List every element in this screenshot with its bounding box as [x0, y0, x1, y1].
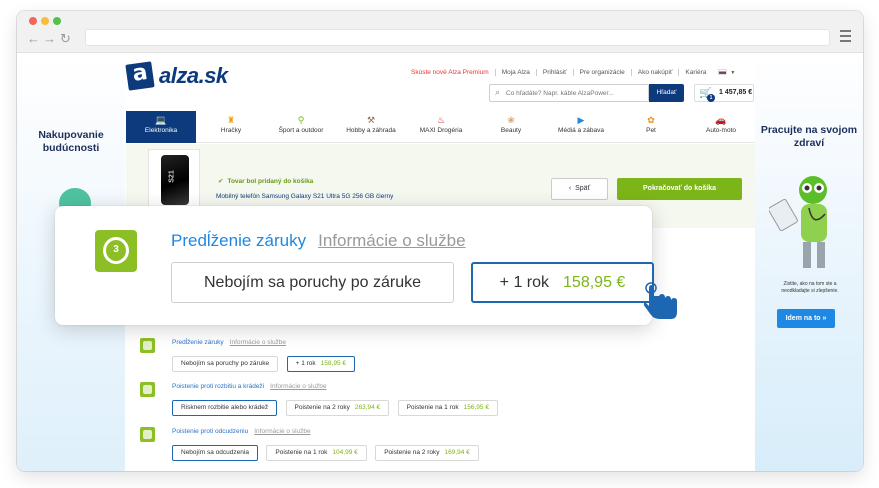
search-button[interactable]: Hľadať [649, 84, 684, 102]
option-no-theft-insurance[interactable]: Nebojím sa odcudzenia [172, 445, 258, 461]
product-thumbnail[interactable] [148, 149, 200, 211]
hamburger-menu-icon[interactable] [840, 30, 851, 45]
right-banner-title: Pracujte na svojom zdraví [760, 124, 858, 149]
breakage-icon [140, 382, 155, 397]
option-breakage-2-years[interactable]: Poistenie na 2 roky 263,94 € [285, 400, 390, 416]
beauty-icon: ❀ [507, 115, 515, 125]
option-theft-1-year[interactable]: Poistenie na 1 rok 104,99 € [266, 445, 367, 461]
nav-item-hobby[interactable]: ⚒ Hobby a záhrada [336, 111, 406, 143]
alza-logo-mark [125, 61, 155, 91]
close-window-icon[interactable] [29, 17, 37, 25]
reload-icon[interactable]: ↻ [60, 31, 71, 47]
option-breakage-1-year[interactable]: Poistenie na 1 rok 156,95 € [397, 400, 498, 416]
search-input[interactable] [506, 87, 646, 99]
category-nav: 💻 Elektronika ♜ Hračky ⚲ Šport a outdoor ⚒ H… [126, 111, 755, 143]
car-icon: 🚗 [715, 115, 727, 125]
lock-icon [140, 427, 155, 442]
checkmark-icon: ✔ [218, 178, 224, 185]
search-box: ⌕ [489, 84, 649, 102]
option-no-warranty[interactable]: Nebojím sa poruchy po záruke [172, 356, 279, 372]
toy-icon: ♜ [226, 115, 236, 125]
back-arrow-icon[interactable]: ← [27, 31, 40, 46]
paw-icon: ✿ [647, 115, 655, 125]
nav-item-drogeria[interactable]: ♨ MAXI Drogéria [406, 111, 476, 143]
nav-item-hracky[interactable]: ♜ Hračky [196, 111, 266, 143]
play-icon: ▶ [577, 115, 585, 125]
service-info-link[interactable]: Informácie o službe [230, 339, 286, 346]
warranty-icon: 3 [95, 230, 137, 272]
slovak-flag-icon[interactable] [718, 69, 728, 76]
nav-item-beauty[interactable]: ❀ Beauty [476, 111, 546, 143]
nav-item-pet[interactable]: ✿ Pet [616, 111, 686, 143]
cart-count-badge: 1 [707, 94, 715, 102]
continue-to-cart-button[interactable]: Pokračovať do košíka [617, 178, 742, 200]
cart-total: 1 457,85 € [719, 89, 753, 96]
top-link-career[interactable]: Kariéra [678, 69, 713, 76]
minimize-window-icon[interactable] [41, 17, 49, 25]
laptop-icon: 💻 [155, 115, 167, 125]
top-link-login[interactable]: Prihlásiť [535, 69, 573, 76]
chevron-down-icon[interactable]: ▼ [730, 70, 735, 76]
service-title[interactable]: Poistenie proti odcudzeniu [172, 428, 248, 435]
top-links: Skúste nové Alza Premium Moja Alza Prihlás… [405, 69, 735, 76]
option-theft-2-years[interactable]: Poistenie na 2 roky 169,94 € [375, 445, 479, 461]
tab-warranty-extension[interactable]: Predĺženie záruky [171, 231, 306, 250]
right-banner-button[interactable]: Idem na to » [777, 309, 835, 328]
option-warranty-1-year[interactable]: + 1 rok 158,95 € [286, 356, 355, 372]
nav-item-elektronika[interactable]: 💻 Elektronika [126, 111, 196, 143]
service-info-link[interactable]: Informácie o službe [270, 383, 326, 390]
callout-option-no-warranty[interactable]: Nebojím sa poruchy po záruke [171, 262, 454, 303]
alza-logo[interactable]: alza.sk [125, 61, 237, 95]
browser-titlebar: ← → ↻ [17, 11, 863, 53]
bike-icon: ⚲ [297, 115, 305, 125]
back-button[interactable]: ‹ Späť [551, 178, 608, 200]
service-info-link[interactable]: Informácie o službe [254, 428, 310, 435]
chevron-left-icon: ‹ [568, 185, 572, 192]
top-link-how-to-buy[interactable]: Ako nakúpiť [630, 69, 679, 76]
added-message: ✔ Tovar bol pridaný do košíka [218, 178, 314, 185]
tab-service-info[interactable]: Informácie o službe [318, 231, 465, 250]
nav-item-media[interactable]: ▶ Médiá a zábava [546, 111, 616, 143]
service-title[interactable]: Predĺženie záruky [172, 339, 224, 346]
phone-image [161, 155, 189, 205]
right-banner-note: Zistite, ako na tom ste a neodkladajte s… [781, 281, 839, 294]
alza-logo-text: alza.sk [159, 63, 228, 88]
service-title[interactable]: Poistenie proti rozbitiu a krádeži [172, 383, 264, 390]
callout-option-warranty-1-year[interactable]: + 1 rok 158,95 € [471, 262, 654, 303]
maximize-window-icon[interactable] [53, 17, 61, 25]
top-link-my-alza[interactable]: Moja Alza [494, 69, 536, 76]
callout-tabs: Predĺženie záruky Informácie o službe [171, 231, 466, 251]
option-no-breakage-insurance[interactable]: Risknem rozbitie alebo krádež [172, 400, 278, 416]
search-icon: ⌕ [495, 87, 501, 97]
spray-icon: ♨ [436, 115, 446, 125]
warranty-icon [140, 338, 155, 353]
warranty-zoom-callout: 3 Predĺženie záruky Informácie o službe N… [55, 206, 677, 325]
cart-button[interactable]: 🛒 1 1 457,85 € [694, 84, 754, 102]
forward-arrow-icon[interactable]: → [43, 31, 56, 46]
warranty-years-number: 3 [113, 244, 119, 255]
hand-pointer-icon [644, 282, 677, 319]
nav-item-sport[interactable]: ⚲ Šport a outdoor [266, 111, 336, 143]
left-banner-title: Nakupovanie budúcnosti [38, 129, 104, 154]
mascot-doctor-icon [769, 176, 827, 268]
top-link-premium[interactable]: Skúste nové Alza Premium [405, 69, 495, 76]
right-banner[interactable]: Pracujte na svojom zdraví Zistite, ako n… [755, 53, 863, 471]
added-product-name[interactable]: Mobilný telefón Samsung Galaxy S21 Ultra… [216, 193, 393, 200]
hammer-icon: ⚒ [366, 115, 376, 125]
top-link-organizations[interactable]: Pre organizácie [572, 69, 631, 76]
address-bar[interactable] [85, 29, 830, 46]
nav-item-auto-moto[interactable]: 🚗 Auto-moto [686, 111, 756, 143]
